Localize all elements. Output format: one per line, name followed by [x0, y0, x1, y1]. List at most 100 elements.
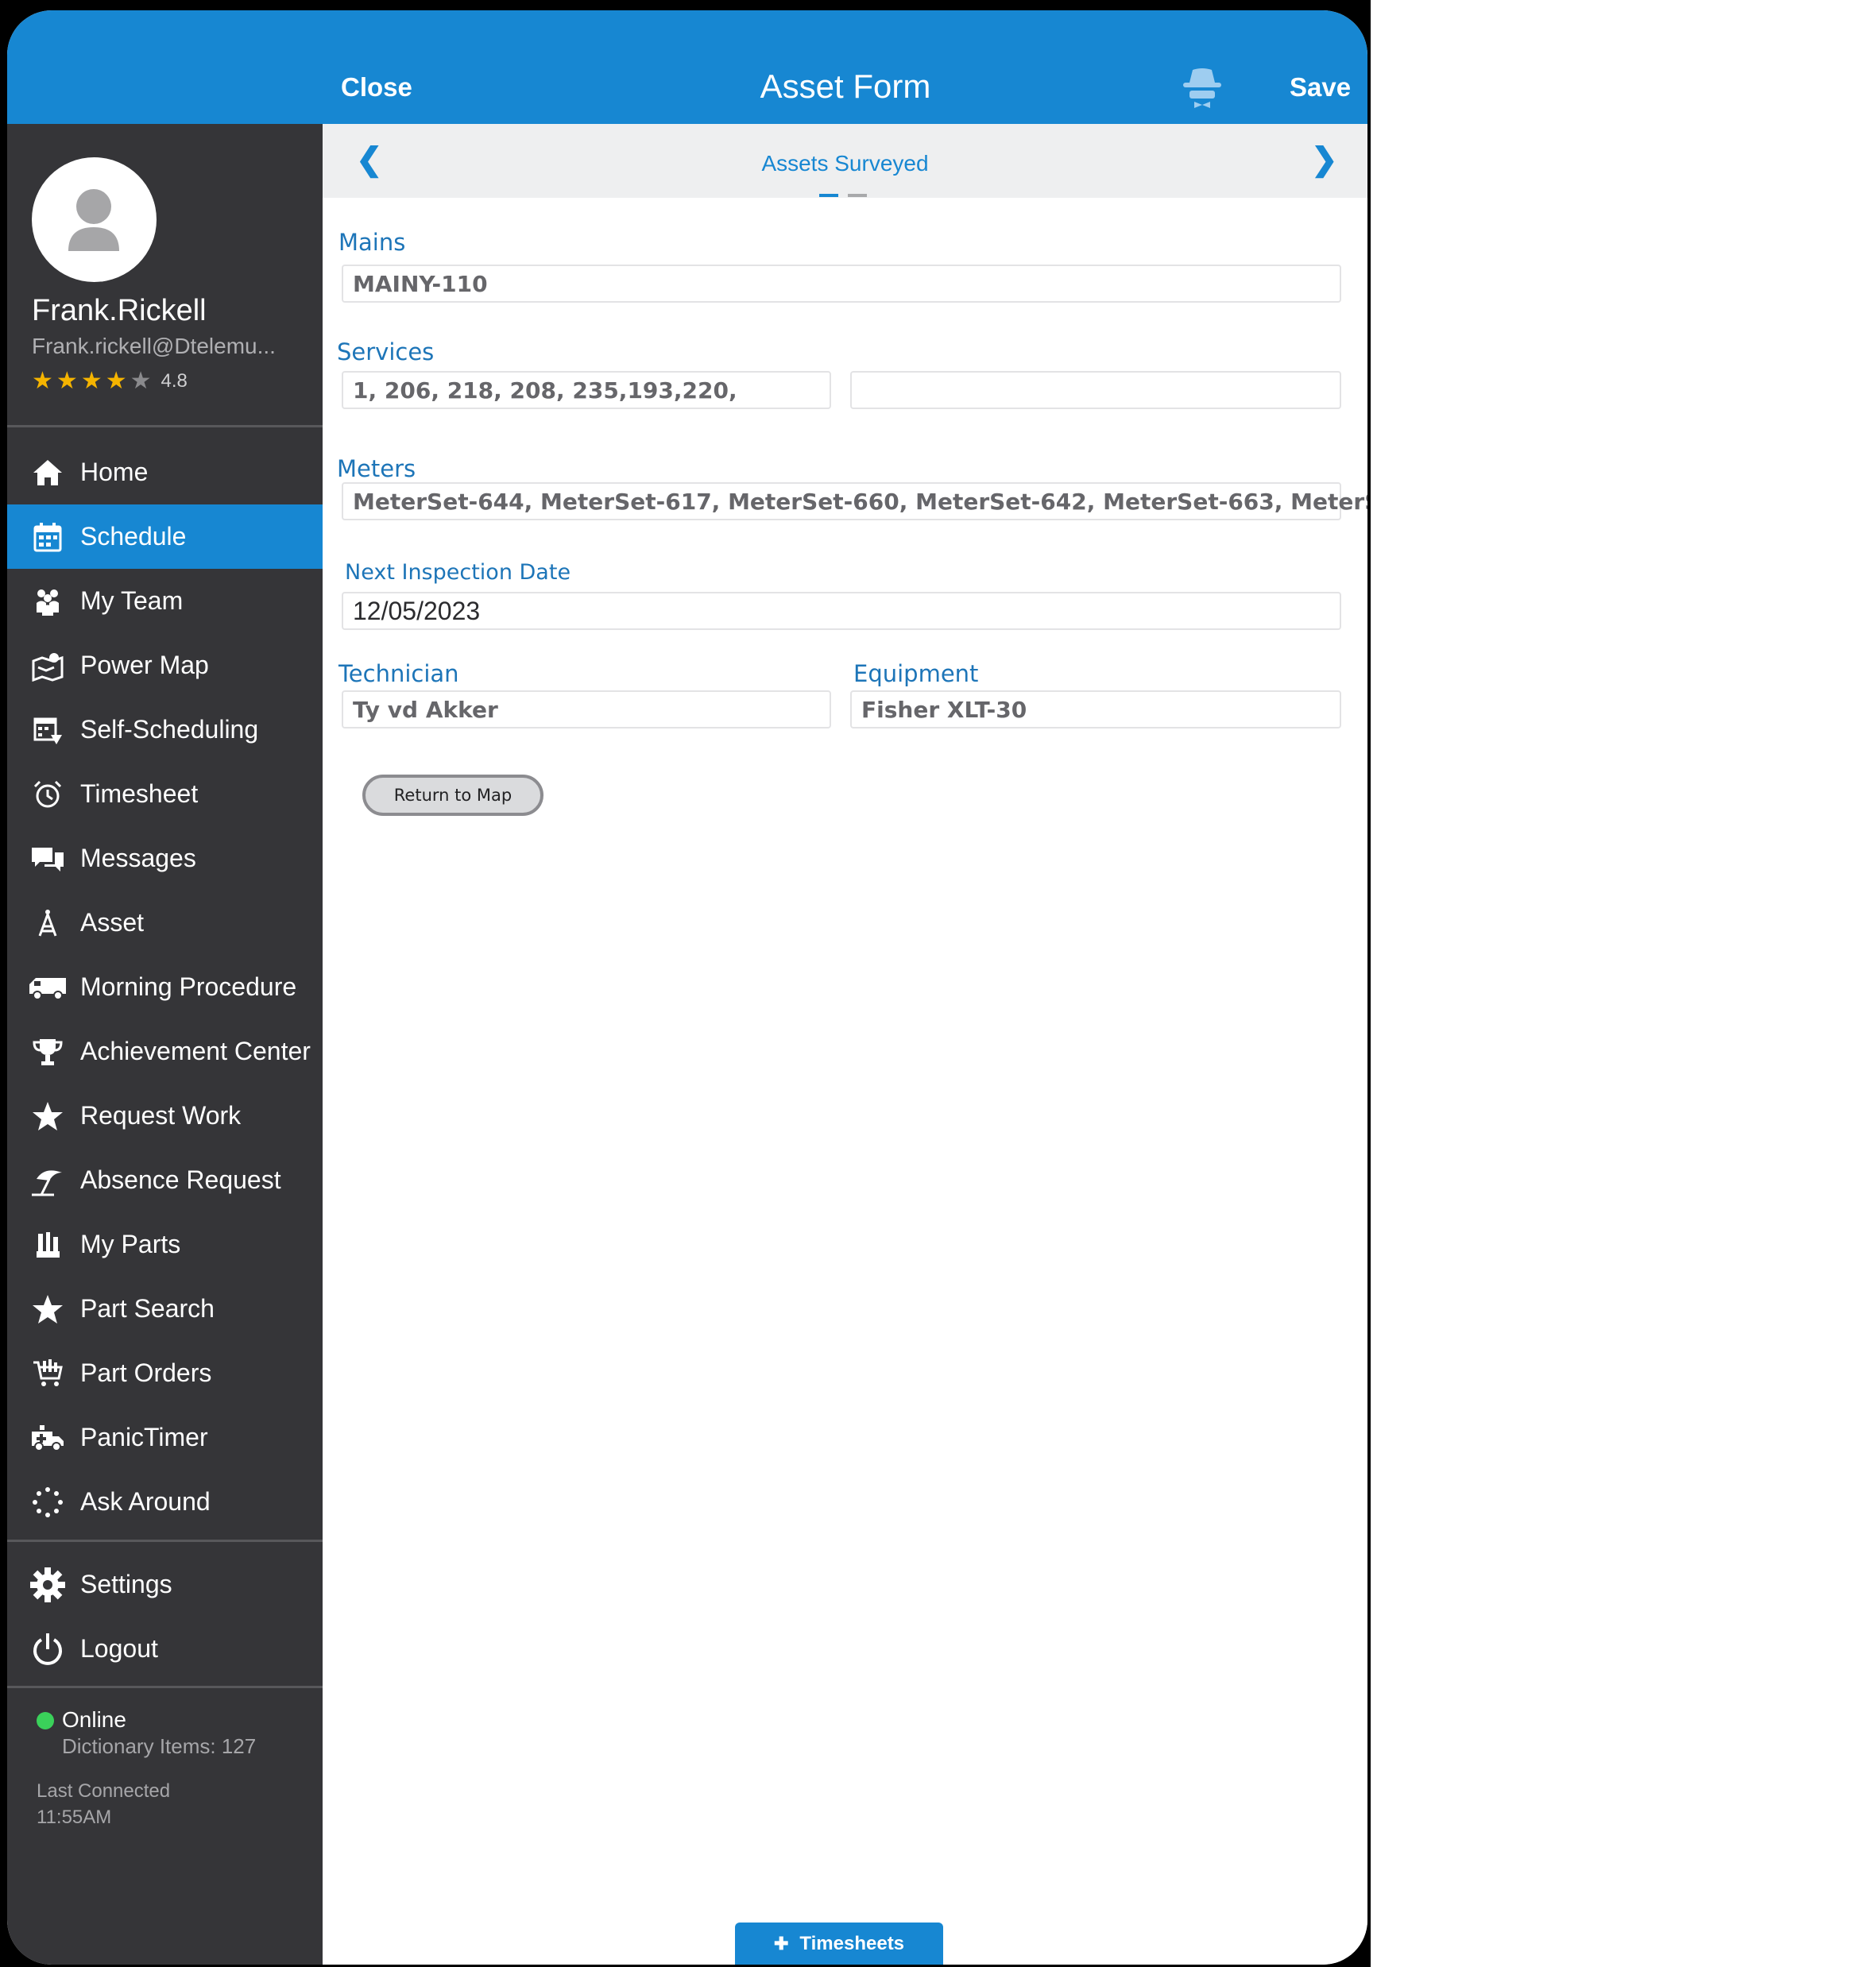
background-area [1371, 0, 1876, 1967]
beach-umbrella-icon [28, 1161, 68, 1200]
sidebar-item-part-orders[interactable]: Part Orders [7, 1341, 323, 1405]
save-button[interactable]: Save [1290, 72, 1351, 102]
user-silhouette-icon [68, 189, 119, 251]
sidebar-item-achievement-center[interactable]: Achievement Center [7, 1019, 323, 1084]
next-inspection-date-field[interactable]: 12/05/2023 [342, 592, 1341, 630]
equipment-value: Fisher XLT-30 [861, 697, 1027, 723]
meters-label: Meters [337, 455, 416, 482]
page-dot-active [819, 194, 838, 197]
sidebar-item-label: Timesheet [80, 779, 199, 808]
sidebar-item-logout[interactable]: Logout [7, 1617, 323, 1681]
home-icon [28, 453, 68, 493]
app-window: Close Asset Form Save Frank.Rickell Fran… [7, 10, 1367, 1965]
sidebar-item-asset[interactable]: Asset [7, 891, 323, 955]
sidebar-item-ask-around[interactable]: Ask Around [7, 1470, 323, 1534]
divider [7, 1686, 323, 1688]
sidebar: Frank.Rickell Frank.rickell@Dtelemu... ★… [7, 124, 323, 1965]
incognito-icon[interactable] [1180, 65, 1224, 110]
sidebar-item-label: Self-Scheduling [80, 715, 259, 744]
equipment-label: Equipment [853, 660, 979, 687]
divider [7, 1540, 323, 1542]
sidebar-item-timesheet[interactable]: Timesheet [7, 762, 323, 826]
ambulance-icon [28, 1418, 68, 1458]
sidebar-item-my-parts[interactable]: My Parts [7, 1212, 323, 1277]
cart-icon [28, 1354, 68, 1393]
sidebar-item-absence-request[interactable]: Absence Request [7, 1148, 323, 1212]
sidebar-item-label: Messages [80, 844, 196, 872]
map-icon [28, 646, 68, 686]
mains-field[interactable]: MAINY-110 [342, 265, 1341, 303]
online-status-dot [37, 1712, 54, 1729]
sidebar-item-label: Request Work [80, 1101, 242, 1130]
top-bar: Close Asset Form Save [7, 10, 1367, 124]
sidebar-item-panic-timer[interactable]: PanicTimer [7, 1405, 323, 1470]
sidebar-item-label: My Parts [80, 1230, 181, 1258]
alarm-clock-icon [28, 775, 68, 814]
last-connected-label: Last Connected [37, 1780, 171, 1802]
pin-icon: ✚ [773, 1933, 789, 1953]
sidebar-item-power-map[interactable]: Power Map [7, 633, 323, 698]
sidebar-item-my-team[interactable]: My Team [7, 569, 323, 633]
sidebar-item-label: Asset [80, 908, 145, 937]
tower-icon [28, 903, 68, 943]
services-extra-field[interactable] [850, 371, 1341, 409]
mains-label: Mains [338, 229, 406, 256]
timesheets-tab[interactable]: ✚ Timesheets [735, 1923, 943, 1965]
star-icon [28, 1096, 68, 1136]
star-icon: ★ [56, 368, 78, 394]
chat-icon [28, 839, 68, 879]
section-pager: ❮ Assets Surveyed ❯ [323, 124, 1367, 198]
connection-status: Online [62, 1707, 126, 1732]
star-icon: ★ [130, 368, 152, 394]
divider [7, 425, 323, 427]
sidebar-item-self-scheduling[interactable]: Self-Scheduling [7, 698, 323, 762]
team-icon [28, 582, 68, 621]
sidebar-item-label: Schedule [80, 522, 187, 551]
user-rating: ★ ★ ★ ★ ★ 4.8 [32, 369, 188, 394]
services-label: Services [337, 338, 435, 365]
next-section-button[interactable]: ❯ [1311, 141, 1338, 178]
sidebar-item-label: Logout [80, 1634, 158, 1663]
page-dot [848, 194, 867, 197]
star-icon: ★ [32, 368, 53, 394]
sidebar-item-messages[interactable]: Messages [7, 826, 323, 891]
sidebar-item-label: Ask Around [80, 1487, 211, 1516]
sidebar-item-label: Morning Procedure [80, 972, 297, 1001]
sidebar-item-schedule[interactable]: Schedule [7, 504, 323, 569]
star-icon: ★ [80, 368, 103, 394]
technician-value: Ty vd Akker [353, 697, 498, 723]
previous-section-button[interactable]: ❮ [356, 141, 383, 178]
sidebar-item-home[interactable]: Home [7, 440, 323, 504]
last-connected-time: 11:55AM [37, 1807, 112, 1828]
sidebar-item-label: Achievement Center [80, 1037, 311, 1065]
services-value: 1, 206, 218, 208, 235,193,220, [353, 377, 737, 404]
sidebar-item-morning-procedure[interactable]: Morning Procedure [7, 955, 323, 1019]
section-title-wrap: Assets Surveyed [323, 151, 1367, 176]
power-icon [28, 1629, 68, 1669]
timesheets-tab-label: Timesheets [799, 1932, 905, 1954]
section-title: Assets Surveyed [761, 151, 929, 176]
technician-field[interactable]: Ty vd Akker [342, 690, 831, 728]
page-indicator [819, 194, 876, 197]
services-field[interactable]: 1, 206, 218, 208, 235,193,220, [342, 371, 831, 409]
sidebar-item-label: My Team [80, 586, 184, 615]
sidebar-item-label: Settings [80, 1570, 172, 1598]
next-inspection-value: 12/05/2023 [353, 597, 481, 625]
sidebar-item-label: PanicTimer [80, 1423, 208, 1451]
page-title-wrap: Asset Form [7, 68, 1367, 106]
meters-field[interactable]: MeterSet-644, MeterSet-617, MeterSet-660… [342, 482, 1367, 520]
sidebar-item-part-search[interactable]: Part Search [7, 1277, 323, 1341]
dots-circle-icon [28, 1482, 68, 1522]
parts-icon [28, 1225, 68, 1265]
equipment-field[interactable]: Fisher XLT-30 [850, 690, 1341, 728]
gear-icon [28, 1565, 68, 1605]
sidebar-item-label: Part Orders [80, 1358, 212, 1387]
sidebar-item-settings[interactable]: Settings [7, 1552, 323, 1617]
calendar-icon [28, 517, 68, 557]
page-title: Asset Form [760, 68, 931, 105]
return-to-map-button[interactable]: Return to Map [362, 775, 543, 816]
close-button[interactable]: Close [341, 72, 412, 102]
sidebar-item-request-work[interactable]: Request Work [7, 1084, 323, 1148]
sidebar-item-label: Power Map [80, 651, 209, 679]
avatar[interactable] [32, 157, 157, 282]
